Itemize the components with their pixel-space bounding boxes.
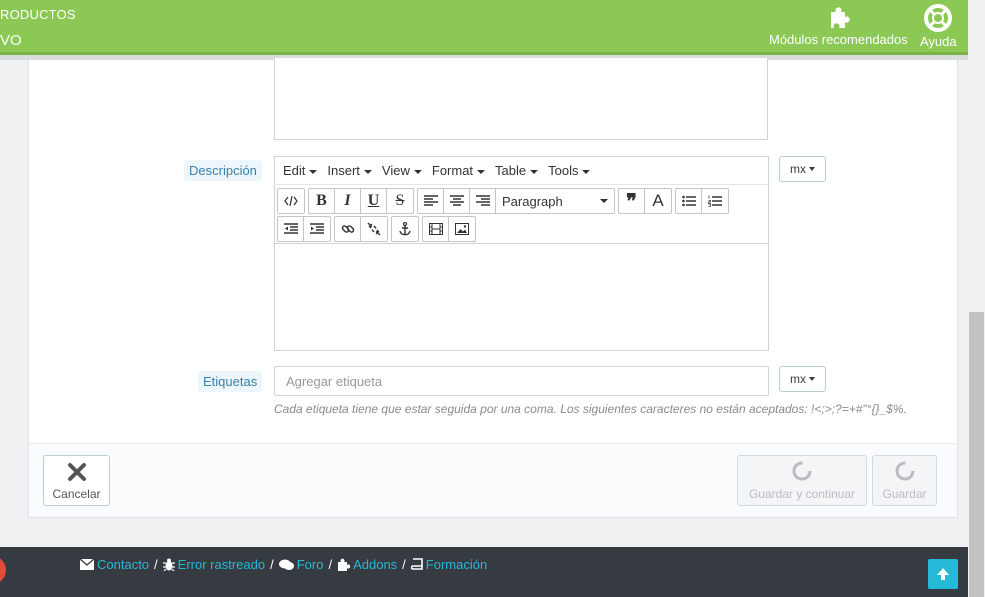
envelope-icon (80, 559, 94, 570)
menu-edit[interactable]: Edit (283, 163, 318, 178)
description-label: Descripción (184, 160, 262, 181)
footer-link-contact[interactable]: Contacto (97, 557, 149, 572)
align-left-icon (423, 195, 438, 206)
image-icon (455, 223, 469, 235)
chevron-down-icon (809, 377, 815, 381)
page-title: VO (0, 32, 22, 49)
scrollbar-thumb[interactable] (969, 312, 984, 597)
unlink-button[interactable] (361, 217, 387, 241)
underline-icon: U (367, 192, 380, 209)
underline-button[interactable]: U (361, 189, 387, 213)
tags-language-selector[interactable]: mx (779, 366, 826, 392)
quote-icon: ❞ (626, 189, 637, 213)
strikethrough-button[interactable]: S (387, 189, 413, 213)
menu-view[interactable]: View (382, 163, 422, 178)
short-description-editor-area[interactable] (274, 58, 768, 140)
link-icon (341, 225, 354, 233)
help-button[interactable]: Ayuda (920, 4, 957, 49)
italic-button[interactable]: I (335, 189, 361, 213)
editor-menubar: Edit Insert View Format Table Tools (275, 157, 768, 185)
header-bar: RODUCTOS VO Módulos recomendados Ayuda (0, 0, 968, 52)
unlink-icon (367, 222, 381, 236)
footer-link-bug-tracker[interactable]: Error rastreado (178, 557, 265, 572)
breadcrumb[interactable]: RODUCTOS (0, 7, 76, 22)
insert-video-button[interactable] (423, 217, 449, 241)
align-right-icon (475, 195, 490, 206)
outdent-icon (283, 223, 298, 234)
loading-spinner-icon (792, 461, 812, 481)
anchor-icon (399, 222, 411, 236)
save-and-continue-button[interactable]: Guardar y continuar (737, 455, 867, 506)
bold-icon: B (316, 192, 327, 209)
chevron-down-icon (600, 199, 608, 203)
bold-button[interactable]: B (309, 189, 335, 213)
tags-help-text: Cada etiqueta tiene que estar seguida po… (274, 402, 907, 416)
editor-toolbar: B I U S Paragraph ❞ A (275, 185, 768, 244)
insert-image-button[interactable] (449, 217, 475, 241)
text-color-icon: A (652, 191, 664, 210)
bullet-list-icon (681, 195, 696, 207)
footer-links: Contacto / Error rastreado / Foro / Addo… (80, 557, 487, 572)
anchor-button[interactable] (392, 217, 418, 241)
arrow-up-icon (937, 568, 949, 580)
footer-link-forum[interactable]: Foro (297, 557, 324, 572)
numbered-list-icon (708, 195, 722, 207)
menu-tools[interactable]: Tools (548, 163, 591, 178)
numbered-list-button[interactable] (702, 189, 728, 213)
tags-label: Etiquetas (198, 371, 263, 392)
cancel-button[interactable]: Cancelar (43, 455, 110, 506)
help-label: Ayuda (920, 34, 957, 49)
italic-icon: I (344, 192, 351, 209)
code-icon (284, 196, 298, 206)
lifebuoy-icon (924, 4, 953, 32)
description-language-selector[interactable]: mx (779, 156, 826, 182)
footer-link-training[interactable]: Formación (426, 557, 487, 572)
strikethrough-icon: S (395, 192, 405, 209)
bullet-list-button[interactable] (676, 189, 702, 213)
comments-icon (278, 559, 294, 570)
description-editor: Edit Insert View Format Table Tools B I … (274, 156, 769, 351)
menu-format[interactable]: Format (432, 163, 486, 178)
scroll-to-top-button[interactable] (928, 559, 958, 589)
save-button[interactable]: Guardar (872, 455, 937, 506)
menu-table[interactable]: Table (495, 163, 539, 178)
format-select[interactable]: Paragraph (496, 189, 614, 213)
blockquote-button[interactable]: ❞ (619, 189, 645, 213)
close-icon (67, 463, 86, 481)
puzzle-icon (338, 558, 351, 571)
form-actions: Cancelar Guardar y continuar Guardar (29, 443, 957, 517)
menu-insert[interactable]: Insert (327, 163, 372, 178)
film-icon (428, 223, 443, 235)
recommended-modules-button[interactable]: Módulos recomendados (769, 4, 908, 47)
book-icon (410, 558, 423, 570)
puzzle-icon (831, 7, 851, 28)
outdent-button[interactable] (278, 217, 304, 241)
loading-spinner-icon (895, 461, 914, 481)
align-center-button[interactable] (444, 189, 470, 213)
tags-input[interactable] (274, 366, 769, 396)
description-content-area[interactable] (275, 244, 768, 349)
recommended-modules-label: Módulos recomendados (769, 32, 908, 47)
indent-icon (310, 223, 324, 234)
align-right-button[interactable] (470, 189, 496, 213)
footer-link-addons[interactable]: Addons (353, 557, 397, 572)
notification-bubble[interactable] (0, 556, 6, 584)
product-form-panel: Descripción Edit Insert View Format Tabl… (28, 58, 958, 518)
bug-icon (162, 558, 175, 571)
source-code-button[interactable] (278, 189, 304, 213)
footer-bar: Contacto / Error rastreado / Foro / Addo… (0, 547, 968, 597)
text-color-button[interactable]: A (645, 189, 671, 213)
indent-button[interactable] (304, 217, 330, 241)
align-center-icon (449, 195, 464, 206)
insert-link-button[interactable] (335, 217, 361, 241)
align-left-button[interactable] (418, 189, 444, 213)
chevron-down-icon (809, 167, 815, 171)
